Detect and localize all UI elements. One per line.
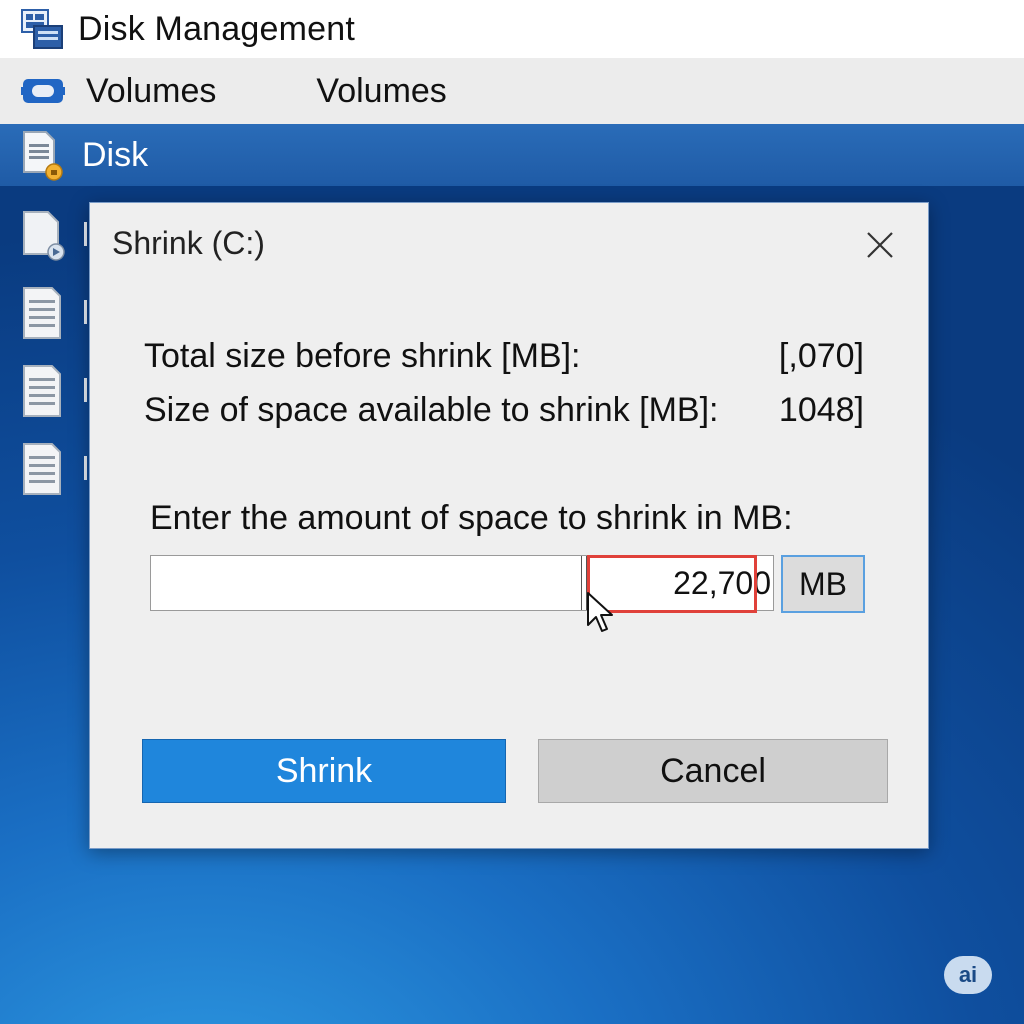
document-icon [22, 286, 66, 340]
ai-badge: ai [944, 956, 992, 994]
window-title-bar: Disk Management [0, 0, 1024, 58]
disk-management-app-icon [20, 6, 66, 52]
media-file-icon [22, 208, 66, 262]
disk-document-icon [20, 128, 64, 182]
disk-tree-item[interactable]: Disk [0, 124, 1024, 186]
total-size-value: [,070] [778, 337, 864, 375]
shrink-dialog: Shrink (C:) Total size before shrink [MB… [89, 202, 929, 849]
document-icon [22, 364, 66, 418]
volumes-icon [20, 73, 66, 109]
volumes-column-header[interactable]: Volumes [316, 72, 446, 111]
tree-item-label-fragment [84, 456, 87, 480]
volumes-menu-item[interactable]: Volumes [86, 72, 216, 111]
tree-item-label-fragment [84, 300, 87, 324]
available-space-label: Size of space available to shrink [MB]: [144, 391, 719, 429]
cancel-button[interactable]: Cancel [538, 739, 888, 803]
unit-label: MB [781, 555, 865, 613]
tree-item-label-fragment [84, 222, 87, 246]
volumes-header-row: Volumes Volumes [0, 58, 1024, 125]
close-icon [867, 232, 893, 258]
tree-item-label-fragment [84, 378, 87, 402]
document-icon [22, 442, 66, 496]
window-title: Disk Management [78, 9, 356, 48]
close-button[interactable] [856, 221, 904, 269]
shrink-amount-prompt: Enter the amount of space to shrink in M… [150, 499, 793, 537]
total-size-row: Total size before shrink [MB]: [,070] [144, 337, 864, 376]
mouse-pointer-icon [584, 591, 620, 637]
shrink-amount-input[interactable]: 22,700 [150, 555, 774, 611]
shrink-button[interactable]: Shrink [142, 739, 506, 803]
disk-tree-label: Disk [82, 135, 149, 174]
dialog-title: Shrink (C:) [112, 225, 265, 261]
total-size-label: Total size before shrink [MB]: [144, 337, 581, 375]
shrink-amount-value: 22,700 [673, 565, 771, 601]
available-space-row: Size of space available to shrink [MB]: … [144, 391, 864, 430]
available-space-value: 1048] [778, 391, 864, 429]
